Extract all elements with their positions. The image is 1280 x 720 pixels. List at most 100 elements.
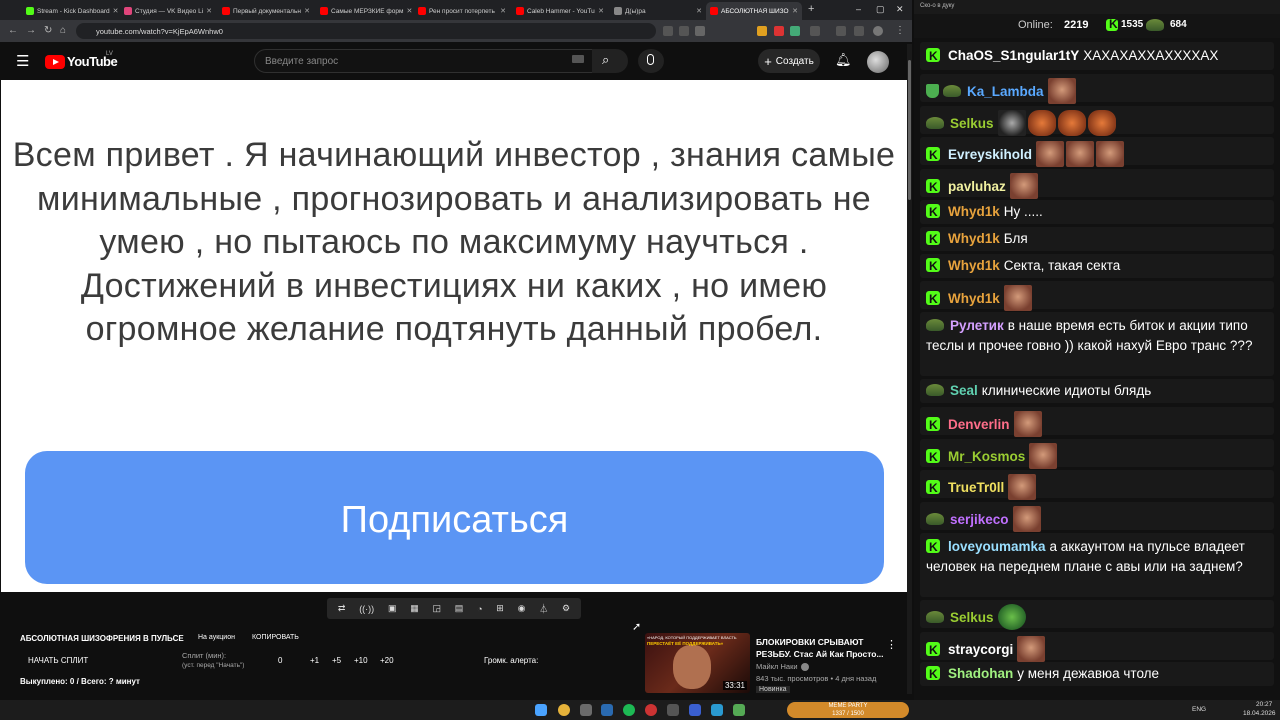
increment-button[interactable]: +10 — [354, 656, 368, 665]
bell-icon[interactable]: 🔔︎ — [835, 52, 852, 68]
create-button[interactable]: + Создать — [758, 49, 820, 73]
extension-icon[interactable] — [790, 26, 800, 36]
recommendation-thumbnail[interactable]: «НАРОД, КОТОРЫЙ ПОДДЕРЖИВАЕТ ВЛАСТЬ ПЕРЕ… — [645, 633, 750, 693]
loop-icon[interactable]: ⇄ — [338, 603, 346, 614]
chat-username[interactable]: ChaOS_S1ngular1tY — [948, 48, 1079, 63]
clock-time[interactable]: 20:27 — [1256, 701, 1272, 708]
install-icon[interactable] — [679, 26, 689, 36]
tab-close-icon[interactable]: ✕ — [792, 7, 798, 15]
chat-username[interactable]: Shadohan — [948, 666, 1013, 681]
extension-icon[interactable] — [757, 26, 767, 36]
app-icon[interactable] — [667, 704, 679, 716]
browser-tab[interactable]: Д(ы)ра ✕ — [610, 2, 706, 20]
chat-username[interactable]: Whyd1k — [948, 291, 1000, 306]
url-field[interactable]: youtube.com/watch?v=KjEpA6Wnhw0 — [76, 23, 656, 39]
telegram-icon[interactable] — [711, 704, 723, 716]
app-icon[interactable] — [580, 704, 592, 716]
steam-icon[interactable] — [601, 704, 613, 716]
app-icon[interactable] — [645, 704, 657, 716]
puzzle-icon[interactable] — [810, 26, 820, 36]
recommendation-channel[interactable]: Майкл Наки — [756, 662, 798, 671]
keyboard-icon[interactable] — [572, 55, 584, 63]
recommendation-title-line2[interactable]: РЕЗЬБУ. Стас Ай Как Просто... — [756, 649, 884, 659]
chat-username[interactable]: Ka_Lambda — [967, 84, 1044, 99]
pip-icon[interactable]: ◲ — [433, 603, 442, 614]
increment-button[interactable]: +1 — [310, 656, 319, 665]
maximize-icon[interactable]: ▢ — [876, 4, 885, 15]
browser-tab[interactable]: Caleb Hammer - YouTu ✕ — [512, 2, 608, 20]
increment-button[interactable]: +5 — [332, 656, 341, 665]
tab-close-icon[interactable]: ✕ — [406, 7, 412, 15]
star-icon[interactable] — [695, 26, 705, 36]
avatar[interactable] — [867, 51, 889, 73]
browser-tab[interactable]: Stream - Kick Dashboard ✕ — [22, 2, 118, 20]
recommendation-title-line1[interactable]: БЛОКИРОВКИ СРЫВАЮТ — [756, 637, 863, 647]
youtube-logo-icon[interactable] — [45, 55, 65, 69]
minimize-icon[interactable]: – — [856, 4, 861, 14]
new-tab-button[interactable]: + — [808, 3, 814, 15]
chat-message[interactable]: Selkus — [920, 600, 1274, 630]
chat-message[interactable]: straycorgi — [920, 632, 1274, 662]
chat-username[interactable]: Denverlin — [948, 417, 1010, 432]
search-input[interactable]: Введите запрос — [254, 49, 594, 73]
camera-icon[interactable]: ◉ — [518, 603, 526, 614]
chat-message[interactable]: ChaOS_S1ngular1tY ХАХАХАХХАХХХХАХ — [920, 42, 1274, 70]
chat-username[interactable]: Рулетик — [950, 318, 1004, 333]
chrome-icon[interactable] — [558, 704, 570, 716]
mini-player-icon[interactable]: ▤ — [455, 603, 464, 614]
chat-username[interactable]: Mr_Kosmos — [948, 449, 1025, 464]
windows-start-icon[interactable] — [535, 704, 547, 716]
home-icon[interactable]: ⌂ — [60, 25, 66, 36]
chat-username[interactable]: Whyd1k — [948, 204, 1000, 219]
chat-message[interactable]: TrueTr0ll — [920, 470, 1274, 500]
chat-message[interactable]: Selkus — [920, 106, 1274, 136]
chat-message[interactable]: Shadohan у меня дежавюа чтоле — [920, 662, 1274, 686]
chat-username[interactable]: Selkus — [950, 610, 994, 625]
chat-username[interactable]: Seal — [950, 383, 978, 398]
tab-close-icon[interactable]: ✕ — [598, 7, 604, 15]
audio-icon[interactable]: ((·)) — [359, 604, 374, 614]
chat-message[interactable]: Mr_Kosmos — [920, 439, 1274, 469]
close-icon[interactable]: ✕ — [896, 4, 904, 15]
tab-close-icon[interactable]: ✕ — [500, 7, 506, 15]
chat-message[interactable]: serjikeco — [920, 502, 1274, 532]
chat-message[interactable]: Seal клинические идиоты блядь — [920, 379, 1274, 403]
chat-message[interactable]: Рулетик в наше время есть биток и акции т… — [920, 312, 1274, 376]
on-auction-button[interactable]: На аукцион — [198, 634, 235, 641]
tab-close-icon[interactable]: ✕ — [304, 7, 310, 15]
page-scrollbar[interactable] — [907, 44, 912, 694]
chat-username[interactable]: straycorgi — [948, 642, 1013, 657]
sidebar-icon[interactable] — [854, 26, 864, 36]
chat-username[interactable]: Whyd1k — [948, 231, 1000, 246]
browser-tab[interactable]: Студия — VK Видео Li ✕ — [120, 2, 216, 20]
chat-username[interactable]: pavluhaz — [948, 179, 1006, 194]
browser-tab[interactable]: Первый документальн ✕ — [218, 2, 314, 20]
language-indicator[interactable]: ENG — [1192, 706, 1206, 713]
hamburger-icon[interactable]: ☰ — [16, 52, 29, 70]
chat-username[interactable]: Evreyskihold — [948, 147, 1032, 162]
scrollbar-thumb[interactable] — [908, 60, 911, 200]
profile-icon[interactable] — [873, 26, 883, 36]
chat-message[interactable]: Ka_Lambda — [920, 74, 1274, 104]
chat-message[interactable]: loveyoumamkaа аккаунтом на пульсе владее… — [920, 533, 1274, 597]
chat-message[interactable]: Whyd1kСекта, такая секта — [920, 254, 1274, 278]
reload-icon[interactable]: ↻ — [44, 25, 52, 36]
browser-tab[interactable]: Самые МЕРЗКИЕ форм ✕ — [316, 2, 412, 20]
chat-message[interactable]: Denverlin — [920, 407, 1274, 437]
search-button[interactable]: ⌕ — [592, 49, 628, 73]
copy-button[interactable]: КОПИРОВАТЬ — [252, 634, 299, 641]
app-icon[interactable] — [689, 704, 701, 716]
split-value[interactable]: 0 — [278, 656, 282, 665]
app-icon[interactable] — [733, 704, 745, 716]
increment-button[interactable]: +20 — [380, 656, 394, 665]
speed-icon[interactable]: ◔ — [477, 604, 482, 614]
video-player[interactable]: Всем привет . Я начинающий инвестор , зн… — [1, 80, 907, 592]
screenshot-icon[interactable]: ▣ — [388, 603, 397, 614]
extension-icon[interactable] — [774, 26, 784, 36]
download-icon[interactable] — [836, 26, 846, 36]
meme-party-widget[interactable]: MEME PARTY 1337 / 1500 — [787, 702, 909, 718]
chat-message[interactable]: Whyd1kНу ..... — [920, 200, 1274, 224]
calendar-icon[interactable]: ▦ — [410, 603, 419, 614]
browser-tab[interactable]: АБСОЛЮТНАЯ ШИЗО ✕ — [706, 2, 802, 20]
chat-message[interactable]: Whyd1k — [920, 281, 1274, 311]
